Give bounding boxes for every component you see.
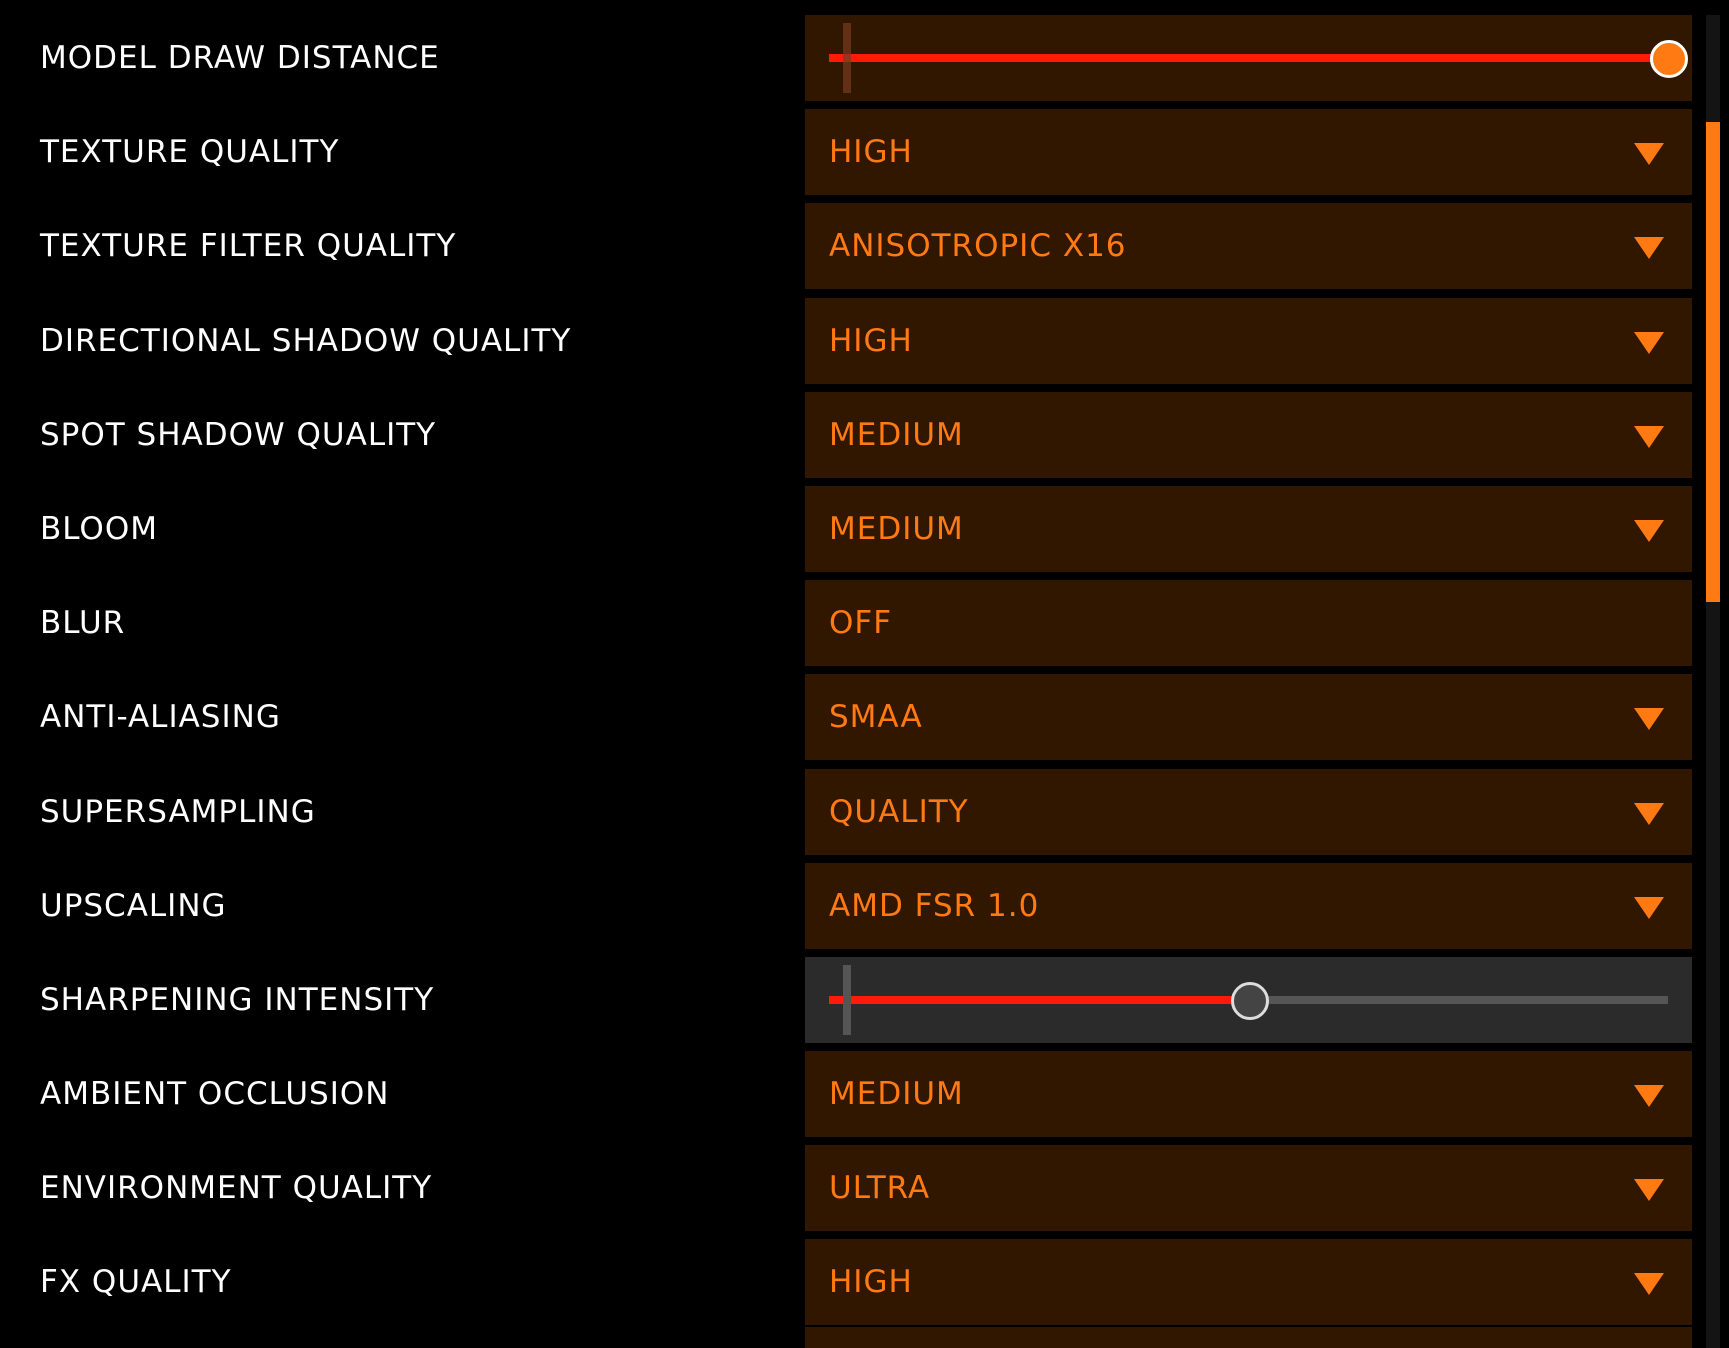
setting-label: ENVIRONMENT QUALITY — [40, 1170, 433, 1207]
setting-label: TEXTURE QUALITY — [40, 134, 340, 171]
setting-label: DIRECTIONAL SHADOW QUALITY — [40, 322, 572, 359]
setting-row-supersampling: SUPERSAMPLING QUALITY — [0, 768, 1700, 855]
dropdown-value: QUALITY — [829, 793, 969, 830]
chevron-down-icon[interactable] — [1634, 425, 1664, 448]
setting-label: BLOOM — [40, 510, 158, 547]
setting-label: SUPERSAMPLING — [40, 793, 316, 830]
setting-row-bloom: BLOOM MEDIUM — [0, 485, 1700, 572]
setting-label: MODEL DRAW DISTANCE — [40, 40, 440, 76]
blur-toggle[interactable]: OFF — [805, 580, 1692, 667]
dropdown-value: ANISOTROPIC X16 — [829, 228, 1127, 265]
setting-label: SPOT SHADOW QUALITY — [40, 416, 437, 453]
setting-row-model-draw-distance: MODEL DRAW DISTANCE — [0, 15, 1700, 101]
slider-fill — [829, 54, 1668, 62]
dropdown-value: ULTRA — [829, 1170, 931, 1207]
spot-shadow-quality-dropdown[interactable]: MEDIUM — [805, 391, 1692, 478]
chevron-down-icon[interactable] — [1634, 237, 1664, 260]
dropdown-value: AMD FSR 1.0 — [829, 887, 1040, 924]
chevron-down-icon[interactable] — [1634, 896, 1664, 919]
setting-row-spot-shadow-quality: SPOT SHADOW QUALITY MEDIUM — [0, 391, 1700, 478]
setting-row-upscaling: UPSCALING AMD FSR 1.0 — [0, 862, 1700, 949]
setting-row-environment-quality: ENVIRONMENT QUALITY ULTRA — [0, 1145, 1700, 1232]
dropdown-value: MEDIUM — [829, 416, 964, 453]
setting-label: SHARPENING INTENSITY — [40, 981, 435, 1018]
chevron-down-icon[interactable] — [1634, 143, 1664, 166]
model-draw-distance-slider[interactable] — [805, 15, 1692, 101]
chevron-down-icon[interactable] — [1634, 1273, 1664, 1296]
fx-quality-dropdown[interactable]: HIGH — [805, 1239, 1692, 1326]
setting-label: FX QUALITY — [40, 1264, 232, 1301]
sharpening-intensity-slider[interactable] — [805, 956, 1692, 1043]
chevron-down-icon[interactable] — [1634, 1085, 1664, 1108]
slider-default-tick — [843, 23, 851, 93]
setting-row-ambient-occlusion: AMBIENT OCCLUSION MEDIUM — [0, 1051, 1700, 1138]
setting-row-fx-quality: FX QUALITY HIGH — [0, 1239, 1700, 1326]
dropdown-value: MEDIUM — [829, 1076, 964, 1113]
supersampling-dropdown[interactable]: QUALITY — [805, 768, 1692, 855]
graphics-settings-list: MODEL DRAW DISTANCE TEXTURE QUALITY HIGH… — [0, 15, 1700, 1334]
next-setting-control-partial[interactable] — [805, 1327, 1692, 1348]
slider-track[interactable] — [829, 54, 1668, 62]
chevron-down-icon[interactable] — [1634, 708, 1664, 731]
setting-label: UPSCALING — [40, 887, 227, 924]
setting-row-texture-filter-quality: TEXTURE FILTER QUALITY ANISOTROPIC X16 — [0, 203, 1700, 290]
upscaling-dropdown[interactable]: AMD FSR 1.0 — [805, 862, 1692, 949]
slider-thumb[interactable] — [1650, 40, 1688, 78]
dropdown-value: HIGH — [829, 1264, 913, 1301]
scrollbar-thumb[interactable] — [1706, 122, 1720, 602]
dropdown-value: HIGH — [829, 134, 913, 171]
slider-default-tick — [843, 964, 851, 1035]
dropdown-value: MEDIUM — [829, 510, 964, 547]
dropdown-value: HIGH — [829, 322, 913, 359]
toggle-value: OFF — [829, 605, 893, 642]
chevron-down-icon[interactable] — [1634, 331, 1664, 354]
setting-label: ANTI-ALIASING — [40, 699, 281, 736]
texture-quality-dropdown[interactable]: HIGH — [805, 109, 1692, 196]
slider-fill — [829, 995, 1249, 1004]
environment-quality-dropdown[interactable]: ULTRA — [805, 1145, 1692, 1232]
setting-label: BLUR — [40, 605, 126, 642]
ambient-occlusion-dropdown[interactable]: MEDIUM — [805, 1051, 1692, 1138]
setting-label: TEXTURE FILTER QUALITY — [40, 228, 457, 265]
scrollbar[interactable] — [1706, 15, 1720, 1348]
chevron-down-icon[interactable] — [1634, 519, 1664, 542]
setting-row-directional-shadow-quality: DIRECTIONAL SHADOW QUALITY HIGH — [0, 297, 1700, 384]
chevron-down-icon[interactable] — [1634, 1179, 1664, 1202]
setting-row-sharpening-intensity: SHARPENING INTENSITY — [0, 956, 1700, 1043]
anti-aliasing-dropdown[interactable]: SMAA — [805, 674, 1692, 761]
setting-row-anti-aliasing: ANTI-ALIASING SMAA — [0, 674, 1700, 761]
dropdown-value: SMAA — [829, 699, 923, 736]
texture-filter-quality-dropdown[interactable]: ANISOTROPIC X16 — [805, 203, 1692, 290]
bloom-dropdown[interactable]: MEDIUM — [805, 485, 1692, 572]
setting-label: AMBIENT OCCLUSION — [40, 1076, 390, 1113]
directional-shadow-quality-dropdown[interactable]: HIGH — [805, 297, 1692, 384]
setting-row-texture-quality: TEXTURE QUALITY HIGH — [0, 109, 1700, 196]
chevron-down-icon[interactable] — [1634, 802, 1664, 825]
setting-row-blur: BLUR OFF — [0, 580, 1700, 667]
slider-thumb[interactable] — [1230, 981, 1269, 1020]
